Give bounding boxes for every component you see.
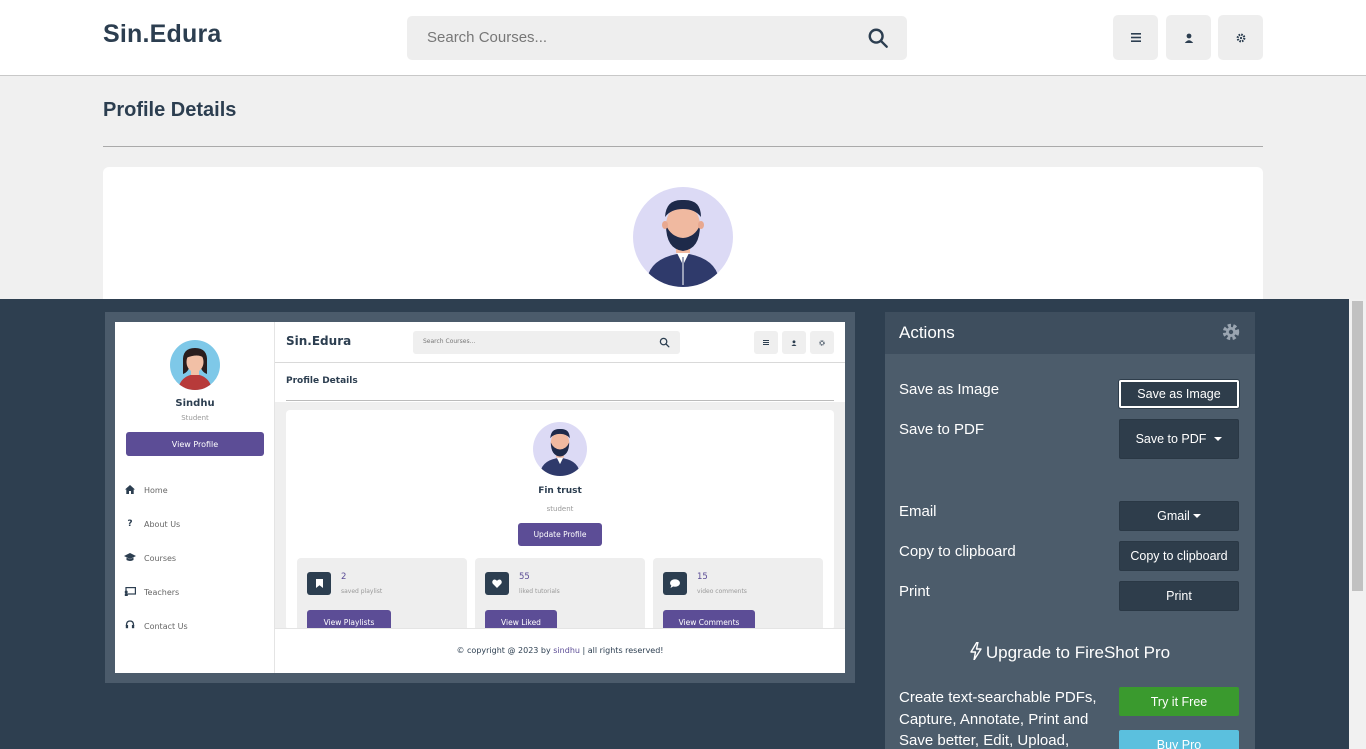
button-label: Save as Image xyxy=(1137,387,1221,401)
settings-button[interactable] xyxy=(1218,15,1263,60)
stat-label: saved playlist xyxy=(341,588,383,595)
save-image-label: Save as Image xyxy=(899,381,1000,398)
stat-card-liked: 55 liked tutorials View Liked xyxy=(475,558,645,638)
preview-title-divider xyxy=(286,400,834,401)
gmail-button[interactable]: Gmail xyxy=(1119,501,1239,531)
fireshot-overlay: Sindhu Student View Profile Home ? About… xyxy=(0,299,1366,749)
save-pdf-label: Save to PDF xyxy=(899,421,985,438)
stat-number: 55 xyxy=(519,572,530,582)
preview-search: Search Courses... xyxy=(413,331,680,354)
stat-label: liked tutorials xyxy=(519,588,560,595)
upgrade-text: Upgrade to FireShot Pro xyxy=(985,643,1171,662)
user-icon xyxy=(782,331,806,354)
footer-suffix: | all rights reserved! xyxy=(579,646,664,655)
sidebar-item-label: Contact Us xyxy=(144,621,188,631)
scrollbar-thumb[interactable] xyxy=(1352,301,1363,591)
headset-icon xyxy=(123,620,137,632)
print-label: Print xyxy=(899,583,930,600)
footer-brand-link[interactable]: sindhu xyxy=(553,646,580,655)
profile-avatar xyxy=(633,187,733,287)
preview-profile-avatar xyxy=(533,422,587,476)
actions-panel: Actions Save as Image Save as Image Save… xyxy=(885,312,1255,749)
print-button[interactable]: Print xyxy=(1119,581,1239,611)
stat-card-comments: 15 video comments View Comments xyxy=(653,558,823,638)
stat-label: video comments xyxy=(697,588,747,595)
preview-student-role: Student xyxy=(181,414,209,422)
capture-preview-frame: Sindhu Student View Profile Home ? About… xyxy=(105,312,855,683)
sidebar-item-home[interactable]: Home xyxy=(123,483,273,497)
question-icon: ? xyxy=(127,519,133,529)
site-logo[interactable]: Sin.Edura xyxy=(103,20,222,49)
search-icon xyxy=(659,337,670,348)
menu-icon xyxy=(754,331,778,354)
save-to-pdf-button[interactable]: Save to PDF xyxy=(1119,419,1239,459)
gear-icon[interactable] xyxy=(1221,322,1241,342)
capture-preview: Sindhu Student View Profile Home ? About… xyxy=(115,322,845,673)
sidebar-item-contact[interactable]: Contact Us xyxy=(123,619,273,633)
actions-header: Actions xyxy=(885,312,1255,354)
home-icon xyxy=(123,484,137,496)
promo-text: Create text-searchable PDFs, Capture, An… xyxy=(899,689,1097,749)
comment-icon xyxy=(663,572,687,595)
sidebar-item-about[interactable]: ? About Us xyxy=(123,517,273,531)
button-label: Gmail xyxy=(1157,509,1190,523)
chalkboard-icon xyxy=(123,586,137,598)
preview-page-title: Profile Details xyxy=(286,376,358,386)
sidebar-item-label: Home xyxy=(144,485,168,495)
sidebar-item-label: Courses xyxy=(144,553,177,563)
site-header: Sin.Edura Search Courses... xyxy=(0,0,1366,76)
chevron-down-icon xyxy=(1192,514,1201,518)
title-divider xyxy=(103,146,1263,147)
button-label: Copy to clipboard xyxy=(1130,549,1228,563)
copy-to-clipboard-button[interactable]: Copy to clipboard xyxy=(1119,541,1239,571)
sidebar-item-label: Teachers xyxy=(144,587,180,597)
buy-pro-button[interactable]: Buy Pro xyxy=(1119,730,1239,749)
upgrade-banner[interactable]: Upgrade to FireShot Pro xyxy=(885,641,1255,663)
actions-title: Actions xyxy=(899,323,955,342)
view-profile-button[interactable]: View Profile xyxy=(126,432,264,456)
button-label: Save to PDF xyxy=(1135,432,1207,446)
copy-clipboard-label: Copy to clipboard xyxy=(899,543,1016,560)
preview-profile-role: student xyxy=(546,505,574,513)
lightning-icon xyxy=(970,641,982,661)
preview-footer: © copyright @ 2023 by sindhu | all right… xyxy=(275,628,845,673)
sidebar-item-teachers[interactable]: Teachers xyxy=(123,585,273,599)
button-label: Print xyxy=(1166,589,1192,603)
menu-button[interactable] xyxy=(1113,15,1158,60)
stat-number: 2 xyxy=(341,572,347,582)
graduation-cap-icon xyxy=(123,552,137,564)
email-label: Email xyxy=(899,503,937,520)
preview-logo: Sin.Edura xyxy=(286,334,352,348)
search-icon[interactable] xyxy=(867,27,889,49)
save-as-image-button[interactable]: Save as Image xyxy=(1119,380,1239,408)
settings-icon xyxy=(810,331,834,354)
sidebar-item-courses[interactable]: Courses xyxy=(123,551,273,565)
preview-sidebar: Sindhu Student View Profile Home ? About… xyxy=(115,322,275,673)
stat-card-playlists: 2 saved playlist View Playlists xyxy=(297,558,467,638)
update-profile-button[interactable]: Update Profile xyxy=(518,523,602,546)
settings-icon xyxy=(1236,33,1245,42)
bookmark-icon xyxy=(307,572,331,595)
user-icon xyxy=(1184,33,1193,43)
preview-student-name: Sindhu xyxy=(175,398,215,409)
stat-number: 15 xyxy=(697,572,708,582)
heart-icon xyxy=(485,572,509,595)
try-free-button[interactable]: Try it Free xyxy=(1119,687,1239,716)
preview-search-placeholder: Search Courses... xyxy=(423,338,476,345)
chevron-down-icon xyxy=(1214,437,1223,441)
footer-prefix: © copyright @ 2023 by xyxy=(456,646,554,655)
search-input[interactable]: Search Courses... xyxy=(427,29,547,46)
sidebar-item-label: About Us xyxy=(144,519,181,529)
preview-student-avatar xyxy=(170,340,220,390)
page-title: Profile Details xyxy=(103,99,237,121)
search-bar[interactable]: Search Courses... xyxy=(407,16,907,60)
user-button[interactable] xyxy=(1166,15,1211,60)
preview-profile-name: Fin trust xyxy=(538,486,582,496)
scrollbar[interactable] xyxy=(1349,299,1366,749)
preview-header-divider xyxy=(275,362,845,363)
menu-icon xyxy=(1130,33,1141,42)
